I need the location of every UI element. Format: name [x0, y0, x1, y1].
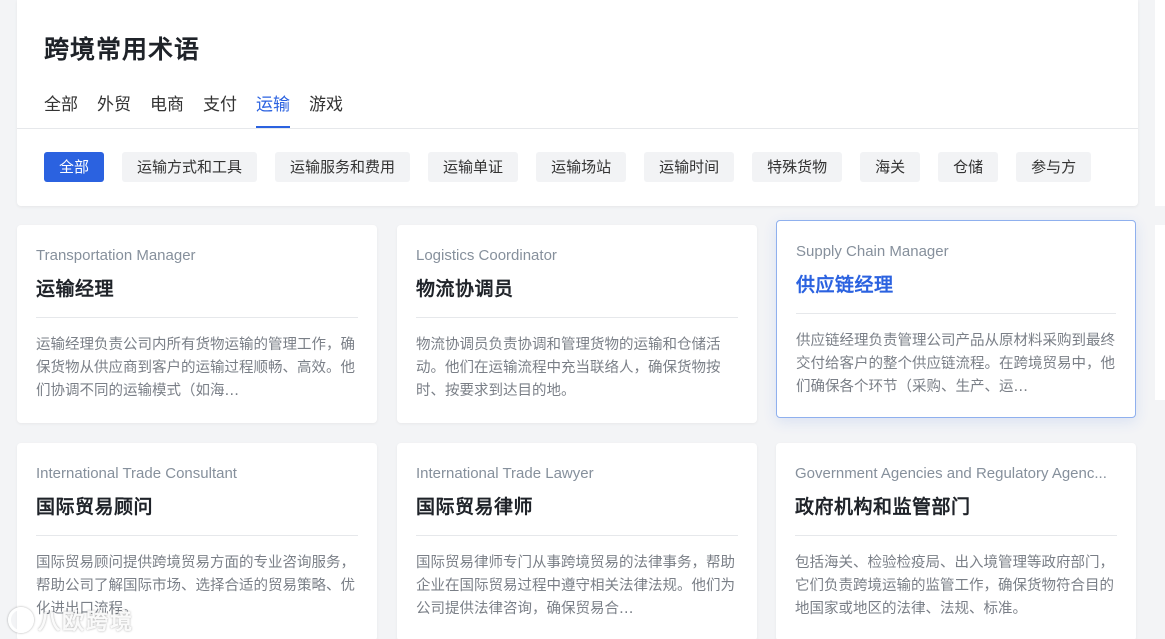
tab-payment[interactable]: 支付 — [203, 92, 237, 128]
term-english: Government Agencies and Regulatory Agenc… — [795, 465, 1107, 482]
term-chinese: 国际贸易顾问 — [36, 496, 154, 518]
subcategory-filters: 全部 运输方式和工具 运输服务和费用 运输单证 运输场站 运输时间 特殊货物 海… — [44, 152, 1092, 182]
filter-special-cargo[interactable]: 特殊货物 — [752, 152, 843, 182]
card-divider — [795, 535, 1117, 536]
filter-warehousing[interactable]: 仓储 — [938, 152, 999, 182]
watermark: 八欧跨境 — [8, 604, 134, 636]
page-title: 跨境常用术语 — [44, 35, 201, 64]
term-description: 运输经理负责公司内所有货物运输的管理工作，确保货物从供应商到客户的运输过程顺畅、… — [36, 337, 355, 399]
filter-all[interactable]: 全部 — [44, 152, 105, 182]
term-description: 物流协调员负责协调和管理货物的运输和仓储活动。他们在运输流程中充当联络人，确保货… — [416, 337, 721, 399]
term-english: International Trade Lawyer — [416, 465, 594, 482]
term-english: Logistics Coordinator — [416, 247, 557, 264]
filter-transport-services-fees[interactable]: 运输服务和费用 — [275, 152, 411, 182]
watermark-logo-icon — [8, 607, 34, 633]
filter-transport-modes[interactable]: 运输方式和工具 — [122, 152, 258, 182]
card-divider — [36, 317, 358, 318]
tab-foreign-trade[interactable]: 外贸 — [97, 92, 131, 128]
watermark-text: 八欧跨境 — [38, 610, 135, 635]
card-divider — [36, 535, 358, 536]
term-chinese: 供应链经理 — [796, 274, 894, 296]
card-divider — [416, 535, 738, 536]
category-tabs: 全部 外贸 电商 支付 运输 游戏 — [44, 92, 362, 128]
tabs-divider — [17, 128, 1138, 129]
term-card[interactable]: International Trade Lawyer 国际贸易律师 国际贸易律师… — [397, 443, 757, 639]
term-card[interactable]: Transportation Manager 运输经理 运输经理负责公司内所有货… — [17, 225, 377, 423]
term-english: Transportation Manager — [36, 247, 196, 264]
term-description: 包括海关、检验检疫局、出入境管理等政府部门，它们负责跨境运输的监管工作，确保货物… — [795, 555, 1114, 617]
term-english: Supply Chain Manager — [796, 243, 949, 260]
term-chinese: 国际贸易律师 — [416, 496, 534, 518]
card-divider — [796, 313, 1116, 314]
tab-ecommerce[interactable]: 电商 — [150, 92, 184, 128]
card-divider — [416, 317, 738, 318]
filter-transport-terminals[interactable]: 运输场站 — [536, 152, 627, 182]
side-card-edge — [1155, 225, 1165, 400]
tab-shipping[interactable]: 运输 — [256, 92, 290, 128]
filter-parties[interactable]: 参与方 — [1016, 152, 1092, 182]
term-description: 国际贸易律师专门从事跨境贸易的法律事务，帮助企业在国际贸易过程中遵守相关法律法规… — [416, 555, 735, 617]
term-card[interactable]: Government Agencies and Regulatory Agenc… — [776, 443, 1136, 639]
filter-transport-time[interactable]: 运输时间 — [644, 152, 735, 182]
term-chinese: 政府机构和监管部门 — [795, 496, 971, 518]
side-panel-edge — [1155, 0, 1165, 206]
filter-customs[interactable]: 海关 — [860, 152, 921, 182]
term-card-hovered[interactable]: Supply Chain Manager 供应链经理 供应链经理负责管理公司产品… — [776, 220, 1136, 418]
term-description: 供应链经理负责管理公司产品从原材料采购到最终交付给客户的整个供应链流程。在跨境贸… — [796, 333, 1115, 395]
term-english: International Trade Consultant — [36, 465, 237, 482]
term-chinese: 物流协调员 — [416, 278, 514, 300]
term-card[interactable]: Logistics Coordinator 物流协调员 物流协调员负责协调和管理… — [397, 225, 757, 423]
header-panel: 跨境常用术语 全部 外贸 电商 支付 运输 游戏 全部 运输方式和工具 运输服务… — [17, 0, 1138, 206]
tab-games[interactable]: 游戏 — [309, 92, 343, 128]
tab-all[interactable]: 全部 — [44, 92, 78, 128]
term-chinese: 运输经理 — [36, 278, 115, 300]
filter-transport-documents[interactable]: 运输单证 — [428, 152, 519, 182]
